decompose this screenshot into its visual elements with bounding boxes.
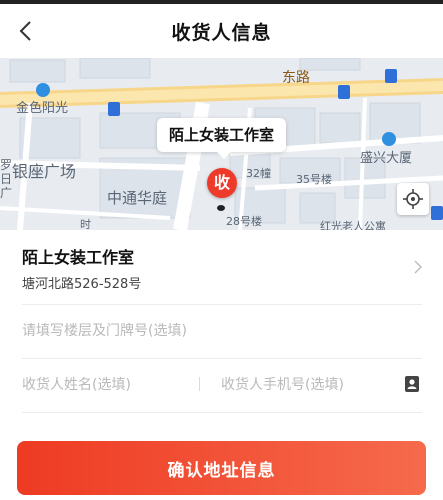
selected-address-row[interactable]: 陌上女装工作室 塘河北路526-528号 [22, 232, 422, 304]
poi-icon [36, 83, 50, 97]
map-label-zhongtong: 中通华庭 [107, 189, 168, 207]
map-label-road: 东路 [282, 70, 310, 86]
contact-book-icon [405, 376, 419, 392]
map-view[interactable]: 东路 金色阳光 银座广场 中通华庭 盛兴大厦 32幢 35号楼 28号楼 红光老… [0, 58, 443, 230]
pin-dot [217, 205, 225, 211]
map-label-yinzuo: 银座广场 [12, 162, 77, 181]
divider [22, 304, 422, 305]
confirm-address-button[interactable]: 确认地址信息 [17, 441, 426, 495]
chevron-right-icon [414, 260, 422, 274]
location-bubble: 陌上女装工作室 [157, 118, 287, 159]
map-label-b32: 32幢 [246, 167, 271, 180]
field-separator [199, 377, 200, 391]
poi-icon [382, 132, 396, 146]
locate-button[interactable] [397, 183, 429, 215]
receiver-name-input[interactable] [22, 374, 192, 396]
divider [22, 358, 422, 359]
bus-stop-icon [108, 102, 120, 116]
crosshair-icon [403, 189, 423, 209]
map-label-shengxing: 盛兴大厦 [360, 151, 413, 166]
contacts-button[interactable] [403, 375, 421, 393]
map-label-left-edge: 罗日广 [0, 158, 13, 200]
map-label-b35: 35号楼 [296, 173, 332, 186]
bus-stop-icon [338, 85, 350, 99]
receiver-phone-input[interactable] [221, 374, 391, 396]
map-label-jinse: 金色阳光 [16, 101, 69, 116]
floor-door-input[interactable] [22, 320, 422, 342]
divider [22, 412, 422, 413]
page-title: 收货人信息 [171, 22, 272, 44]
bus-stop-icon [385, 69, 397, 83]
bus-stop-icon [431, 206, 443, 220]
map-label-b28: 28号楼 [226, 215, 262, 228]
header: 收货人信息 [0, 4, 443, 58]
address-street: 塘河北路526-528号 [22, 277, 142, 292]
map-label-hong: 红光老人公寓 [320, 220, 386, 230]
address-name: 陌上女装工作室 [22, 248, 135, 267]
map-pin-icon: 收 [207, 168, 237, 198]
map-label-shi: 时 [80, 218, 91, 230]
